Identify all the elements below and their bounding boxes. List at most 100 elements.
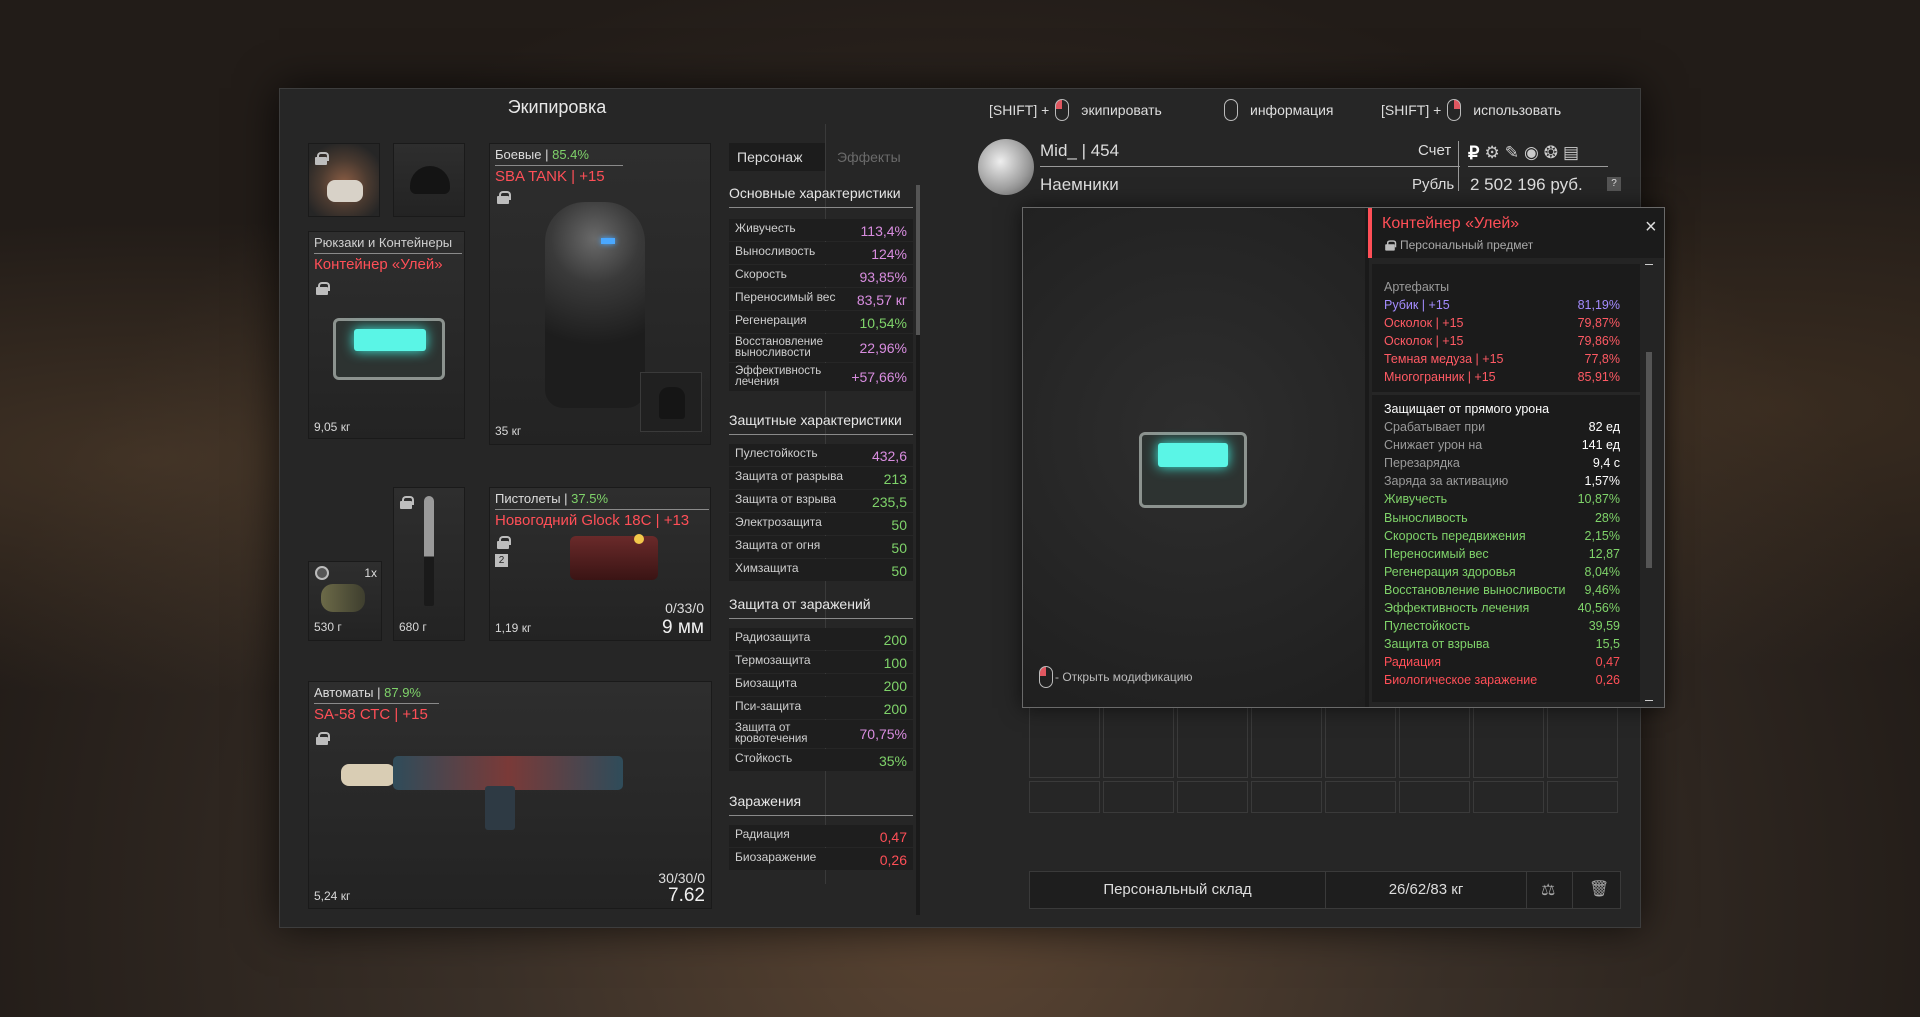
inventory-cell[interactable] <box>1251 707 1322 778</box>
face-slot[interactable] <box>308 143 380 217</box>
inventory-grid <box>1029 707 1625 852</box>
rifle-category: Автоматы <box>314 685 374 700</box>
grenade-slot[interactable]: 1x 530 г <box>308 561 382 641</box>
item-stat-label: Срабатывает при <box>1384 420 1486 434</box>
scroll-up-arrow[interactable] <box>1645 264 1653 265</box>
tab-effects[interactable]: Эффекты <box>825 143 921 171</box>
grenade-weight: 530 г <box>314 620 342 634</box>
inventory-cell[interactable] <box>1547 781 1618 813</box>
stat-label: Выносливость <box>735 244 816 258</box>
storage-bar: Персональный склад 26/62/83 кг ⚖ 🗑 <box>1029 871 1621 909</box>
item-stat-value: 39,59 <box>1588 619 1620 634</box>
scroll-thumb[interactable] <box>1646 352 1652 568</box>
player-name: Mid_ | 454 <box>1040 141 1120 160</box>
item-stat-label: Живучесть <box>1384 492 1448 507</box>
divider <box>314 703 439 704</box>
pistol-slot[interactable]: Пистолеты | 37.5% Новогодний Glock 18C |… <box>489 487 711 641</box>
stat-row: Защита от взрыва 235,5 <box>729 490 913 512</box>
tab-character[interactable]: Персонаж <box>729 143 825 171</box>
item-stat-value: 28% <box>1594 510 1620 525</box>
inventory-cell[interactable] <box>1325 781 1396 813</box>
inventory-cell[interactable] <box>1473 707 1544 778</box>
bonus-icon[interactable]: ❂ <box>1544 143 1558 164</box>
knife-icon <box>424 496 434 606</box>
item-stat-value: 9,4 с <box>1592 456 1620 471</box>
armor-module-slot[interactable] <box>640 372 702 432</box>
grenade-count: 1x <box>364 566 377 580</box>
inventory-cell[interactable] <box>1251 781 1322 813</box>
item-stat-label: Регенерация здоровья <box>1384 564 1516 579</box>
inventory-cell[interactable] <box>1103 707 1174 778</box>
item-stat-row: Заряда за активацию 1,57% <box>1384 474 1620 488</box>
stat-label: Защита от разрыва <box>735 469 844 483</box>
inventory-cell[interactable] <box>1399 781 1470 813</box>
stat-value: 200 <box>883 678 907 694</box>
stat-row: Выносливость 124% <box>729 242 913 264</box>
item-stat-value: 40,56% <box>1577 601 1620 615</box>
ticket-icon[interactable]: ▤ <box>1563 143 1579 164</box>
item-stat-row: Осколок | +15 79,87% <box>1384 316 1620 330</box>
stat-value: 100 <box>883 655 907 671</box>
stat-label: Электрозащита <box>735 515 822 529</box>
divider <box>1468 166 1608 167</box>
helmet-slot[interactable] <box>393 143 465 217</box>
stat-label: Радиация <box>735 827 790 841</box>
stats-scrollbar[interactable] <box>916 185 920 915</box>
knife-slot[interactable]: 680 г <box>393 487 465 641</box>
rifle-slot[interactable]: Автоматы | 87.9% SA-58 СТС | +15 30/30/0… <box>308 681 712 909</box>
weight-button[interactable]: ⚖ <box>1526 872 1572 908</box>
mouse-left-icon <box>1039 666 1053 688</box>
coin-icon[interactable]: ◉ <box>1524 143 1539 164</box>
item-stat-value: 1,57% <box>1584 474 1620 489</box>
item-stat-row: Многогранник | +15 85,91% <box>1384 370 1620 384</box>
item-stat-row: Выносливость 28% <box>1384 511 1620 525</box>
stat-value: 70,75% <box>859 726 907 742</box>
stat-row: Защита от огня 50 <box>729 536 913 558</box>
storage-tab[interactable]: Персональный склад <box>1030 872 1326 908</box>
window-title: Экипировка <box>507 97 607 117</box>
inventory-cell[interactable] <box>1177 781 1248 813</box>
help-button[interactable]: ? <box>1607 177 1621 191</box>
inventory-cell[interactable] <box>1103 781 1174 813</box>
inventory-cell[interactable] <box>1473 781 1544 813</box>
close-button[interactable]: × <box>1645 216 1657 239</box>
inventory-cell[interactable] <box>1325 707 1396 778</box>
trash-button[interactable]: 🗑 <box>1572 872 1620 908</box>
ruble-icon[interactable]: ₽ <box>1468 143 1479 164</box>
stat-value: +57,66% <box>851 369 907 385</box>
item-stat-row: Снижает урон на 141 ед <box>1384 438 1620 452</box>
backpack-slot[interactable]: Рюкзаки и Контейнеры Контейнер «Улей» 9,… <box>308 231 465 439</box>
storage-weight: 26/62/83 кг <box>1388 881 1464 898</box>
stat-label: Живучесть <box>735 221 796 235</box>
pistol-icon <box>570 534 658 580</box>
inventory-cell[interactable] <box>1029 781 1100 813</box>
inventory-cell[interactable] <box>1177 707 1248 778</box>
popup-scrollbar[interactable] <box>1643 264 1655 702</box>
item-stat-value: 2,15% <box>1584 528 1620 543</box>
inventory-cell[interactable] <box>1399 707 1470 778</box>
scroll-down-arrow[interactable] <box>1645 700 1653 701</box>
container-icon <box>1139 432 1247 508</box>
stat-value: 35% <box>878 753 907 769</box>
stat-label: Стойкость <box>735 751 793 765</box>
tools-icon[interactable]: ✎ <box>1505 143 1519 164</box>
stat-row: Переносимый вес 83,57 кг <box>729 288 913 310</box>
rifle-category-line: Автоматы | 87.9% <box>314 685 421 700</box>
item-stat-value: 85,91% <box>1577 370 1620 384</box>
item-stat-value: 77,8% <box>1584 352 1620 366</box>
stat-row: Регенерация 10,54% <box>729 311 913 333</box>
stats-tabs: Персонаж Эффекты <box>729 143 923 179</box>
stat-row: Радиозащита 200 <box>729 628 913 650</box>
account-label: Счет <box>1418 142 1452 159</box>
stat-row: Пулестойкость 432,6 <box>729 444 913 466</box>
inventory-cell[interactable] <box>1029 707 1100 778</box>
item-stat-label: Заряда за активацию <box>1384 474 1509 489</box>
player-faction: Наемники <box>1040 175 1119 194</box>
item-stat-row: Биологическое заражение 0,26 <box>1384 673 1620 687</box>
scroll-thumb[interactable] <box>916 185 920 335</box>
separator: | <box>560 491 572 506</box>
armor-slot[interactable]: Боевые | 85.4% SBA TANK | +15 35 кг <box>489 143 711 445</box>
inventory-cell[interactable] <box>1547 707 1618 778</box>
gear-icon[interactable]: ⚙ <box>1484 143 1499 164</box>
stat-value: 0,47 <box>879 829 907 845</box>
